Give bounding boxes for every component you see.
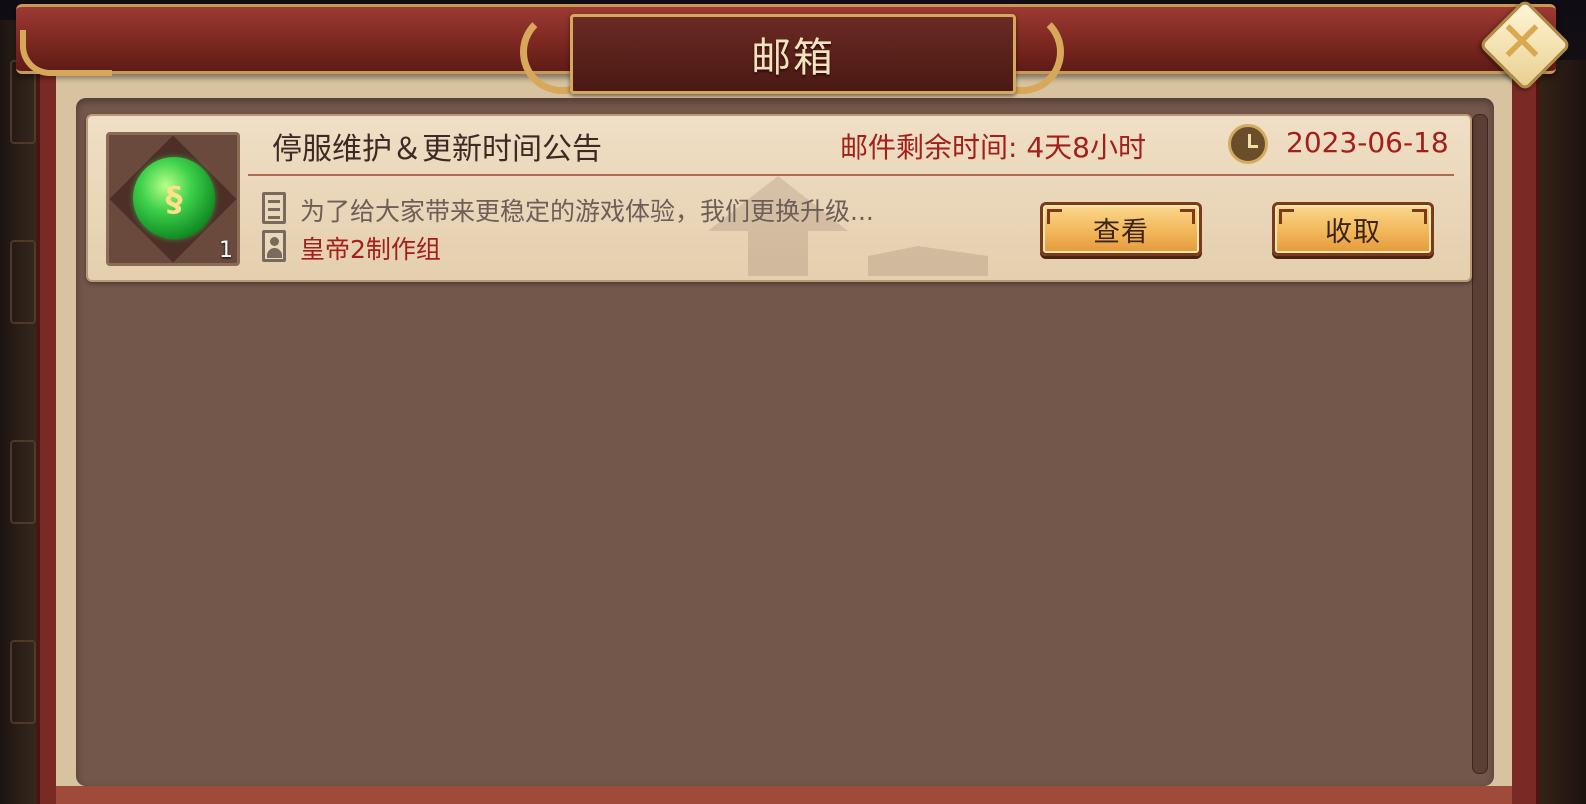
sender-icon [262,230,286,262]
mail-divider [248,174,1454,176]
close-button[interactable]: ✕ [1478,0,1572,92]
document-icon [262,192,286,224]
cloud-emblem-icon: § [165,180,183,220]
background-ornament [10,440,36,524]
mail-preview-text: 为了给大家带来更稳定的游戏体验，我们更换升级... [300,197,874,226]
button-corner-ornament [1279,209,1294,224]
button-corner-ornament [1047,209,1062,224]
mail-title: 停服维护＆更新时间公告 [272,132,602,167]
view-button-label: 查看 [1093,216,1149,248]
collect-button[interactable]: 收取 [1272,202,1434,256]
mail-list-item[interactable]: § 1 停服维护＆更新时间公告 邮件剩余时间: 4天8小时 2023-06-18… [86,114,1472,282]
background-ornament [10,240,36,324]
corner-ornament-icon [20,30,112,76]
button-corner-ornament [1180,209,1195,224]
button-corner-ornament [1412,209,1427,224]
window-title: 邮箱 [751,35,835,81]
background-ornament [10,640,36,724]
mail-sender: 皇帝2制作组 [300,235,441,264]
view-button[interactable]: 查看 [1040,202,1202,256]
title-plaque: 邮箱 [570,14,1016,94]
attachment-count: 1 [219,238,233,263]
mail-date: 2023-06-18 [1286,126,1449,159]
mail-remaining-time: 邮件剩余时间: 4天8小时 [840,131,1146,164]
collect-button-label: 收取 [1325,216,1381,248]
background-left-decoration [0,20,40,804]
window-bottom-edge [56,786,1512,804]
clock-icon [1228,124,1268,164]
mail-list-scrollbar[interactable] [1472,114,1488,774]
attachment-slot[interactable]: § 1 [106,132,240,266]
close-icon: ✕ [1498,9,1546,75]
